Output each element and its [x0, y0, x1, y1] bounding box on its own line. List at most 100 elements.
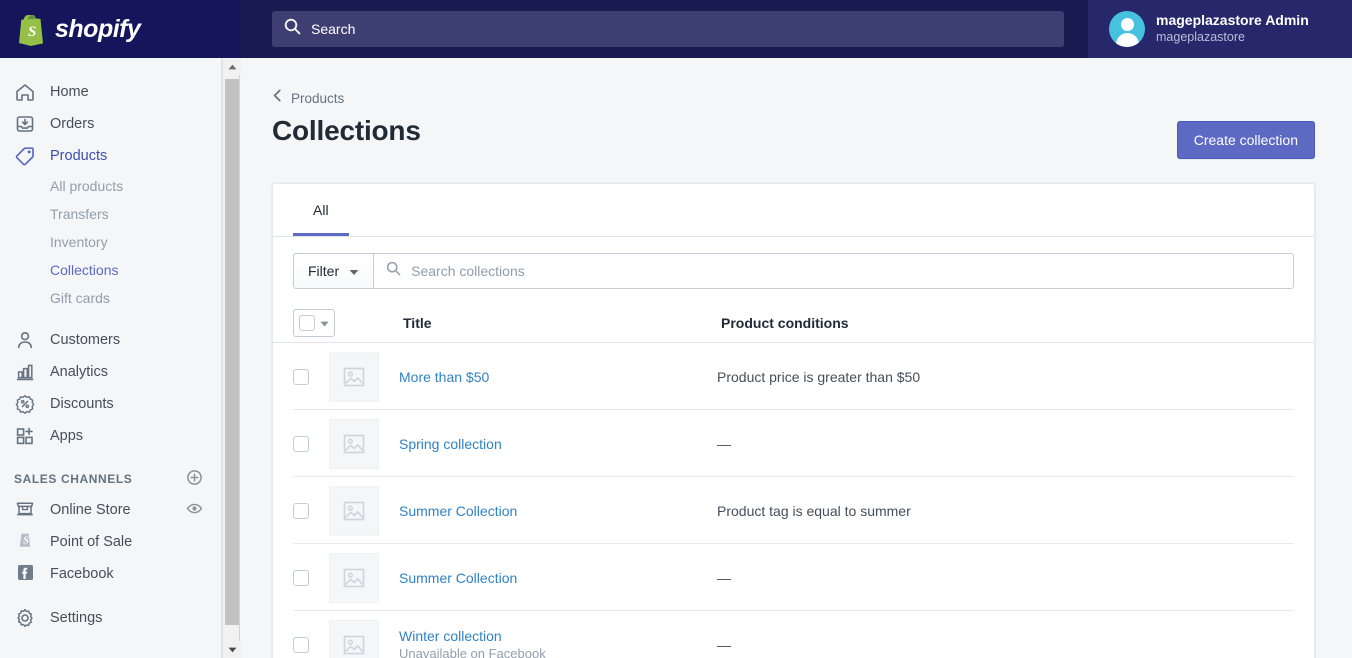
- sidebar-subitem-label: All products: [50, 178, 124, 194]
- tab-label: All: [313, 202, 329, 218]
- collection-conditions: —: [717, 636, 731, 653]
- sidebar-item-label: Customers: [50, 332, 121, 348]
- search-collections-input[interactable]: Search collections: [374, 253, 1294, 289]
- shopify-wordmark: shopify: [55, 14, 141, 43]
- sales-channels-heading: SALES CHANNELS: [0, 464, 221, 494]
- breadcrumb-label: Products: [291, 90, 345, 106]
- sidebar-item-customers[interactable]: Customers: [0, 324, 221, 356]
- page-title: Collections: [272, 115, 421, 146]
- sidebar-item-inventory[interactable]: Inventory: [0, 228, 221, 256]
- svg-text:S: S: [23, 535, 29, 546]
- global-search-input[interactable]: Search: [272, 11, 1064, 47]
- table-body: More than $50 Product price is greater t…: [273, 343, 1314, 658]
- sidebar-item-products[interactable]: Products: [0, 140, 221, 172]
- sidebar-item-label: Online Store: [50, 502, 131, 518]
- sidebar-item-analytics[interactable]: Analytics: [0, 356, 221, 388]
- sidebar-item-settings[interactable]: Settings: [0, 602, 221, 634]
- table-row[interactable]: Summer Collection Product tag is equal t…: [273, 477, 1314, 544]
- sidebar-scrollbar-thumb[interactable]: [225, 79, 239, 625]
- sidebar-scrollbar[interactable]: [222, 58, 241, 658]
- sidebar-item-apps[interactable]: Apps: [0, 420, 221, 452]
- collection-title-link[interactable]: Spring collection: [399, 436, 717, 452]
- search-icon: [284, 18, 301, 40]
- sidebar-item-label: Settings: [50, 610, 103, 626]
- collection-conditions: Product price is greater than $50: [717, 368, 921, 385]
- gear-icon: [14, 607, 36, 629]
- plus-circle-icon[interactable]: [186, 469, 203, 489]
- page-header: Collections Create collection: [272, 115, 1315, 159]
- breadcrumb[interactable]: Products: [272, 89, 344, 107]
- products-tag-icon: [14, 145, 36, 167]
- sidebar-item-home[interactable]: Home: [0, 76, 221, 108]
- create-collection-button[interactable]: Create collection: [1176, 121, 1315, 159]
- image-placeholder-icon: [329, 619, 379, 658]
- user-menu[interactable]: mageplazastore Admin mageplazastore: [1088, 0, 1352, 58]
- sidebar-item-all-products[interactable]: All products: [0, 172, 221, 200]
- sidebar-item-label: Orders: [50, 116, 95, 132]
- sidebar-item-label: Products: [50, 148, 108, 164]
- table-row[interactable]: Spring collection —: [273, 410, 1314, 477]
- sidebar-item-collections[interactable]: Collections: [0, 256, 221, 284]
- table-row[interactable]: Winter collection Unavailable on Faceboo…: [273, 611, 1314, 658]
- search-collections-placeholder: Search collections: [411, 263, 525, 279]
- image-placeholder-icon: [329, 351, 379, 402]
- column-header-title: Title: [403, 314, 432, 331]
- table-row[interactable]: Summer Collection —: [273, 544, 1314, 611]
- select-all-checkbox[interactable]: [299, 314, 315, 331]
- column-header-product-conditions: Product conditions: [721, 314, 849, 331]
- customer-person-icon: [14, 329, 36, 351]
- filter-row: Filter Search collections: [273, 237, 1314, 303]
- sidebar-item-label: Apps: [50, 428, 84, 444]
- collection-subtitle: Unavailable on Facebook: [399, 646, 546, 658]
- sidebar-item-orders[interactable]: Orders: [0, 108, 221, 140]
- search-icon: [386, 261, 401, 281]
- facebook-icon: [14, 561, 36, 587]
- collection-title-link[interactable]: More than $50: [399, 369, 717, 385]
- chevron-down-icon: [349, 263, 359, 279]
- main-content: Products Collections Create collection A…: [241, 58, 1352, 658]
- chevron-left-icon: [272, 89, 283, 107]
- sidebar-item-online-store[interactable]: Online Store: [0, 494, 221, 526]
- filter-label: Filter: [308, 263, 340, 279]
- sidebar-item-gift-cards[interactable]: Gift cards: [0, 284, 221, 312]
- sidebar-item-transfers[interactable]: Transfers: [0, 200, 221, 228]
- row-checkbox[interactable]: [293, 569, 309, 586]
- sales-channels-label: SALES CHANNELS: [14, 472, 133, 486]
- row-checkbox[interactable]: [293, 368, 309, 385]
- analytics-bars-icon: [14, 361, 36, 383]
- user-name: mageplazastore Admin: [1156, 12, 1309, 29]
- collection-title-link[interactable]: Winter collection: [399, 628, 717, 644]
- sidebar-item-facebook[interactable]: Facebook: [0, 558, 221, 590]
- scroll-down-arrow-icon[interactable]: [223, 641, 241, 658]
- collection-title-link[interactable]: Summer Collection: [399, 570, 717, 586]
- eye-icon[interactable]: [186, 500, 203, 521]
- chevron-down-icon[interactable]: [320, 314, 329, 332]
- online-store-icon: [14, 497, 36, 523]
- sidebar-item-point-of-sale[interactable]: S Point of Sale: [0, 526, 221, 558]
- sidebar-subitem-label: Gift cards: [50, 290, 110, 306]
- row-checkbox[interactable]: [293, 502, 309, 519]
- global-search-placeholder: Search: [311, 21, 356, 37]
- sidebar-item-label: Facebook: [50, 566, 114, 582]
- home-icon: [14, 81, 36, 103]
- point-of-sale-icon: S: [14, 529, 36, 555]
- apps-grid-plus-icon: [14, 425, 36, 447]
- table-row[interactable]: More than $50 Product price is greater t…: [273, 343, 1314, 410]
- row-checkbox[interactable]: [293, 435, 309, 452]
- scroll-up-arrow-icon[interactable]: [223, 58, 241, 75]
- sidebar: Home Orders Products All products Transf…: [0, 58, 222, 658]
- collection-title-link[interactable]: Summer Collection: [399, 503, 717, 519]
- collections-card: All Filter Search collections Title Prod…: [272, 183, 1315, 658]
- tab-all[interactable]: All: [293, 184, 349, 236]
- shopify-logo[interactable]: S shopify: [0, 0, 240, 58]
- collection-conditions: —: [717, 435, 731, 452]
- select-all-control[interactable]: [293, 308, 335, 337]
- filter-button[interactable]: Filter: [293, 253, 375, 289]
- sidebar-subitem-label: Collections: [50, 262, 119, 278]
- row-checkbox[interactable]: [293, 636, 309, 653]
- collection-conditions: —: [717, 569, 731, 586]
- user-store-name: mageplazastore: [1156, 29, 1245, 44]
- sidebar-item-label: Discounts: [50, 396, 114, 412]
- sidebar-subitem-label: Transfers: [50, 206, 109, 222]
- sidebar-item-discounts[interactable]: Discounts: [0, 388, 221, 420]
